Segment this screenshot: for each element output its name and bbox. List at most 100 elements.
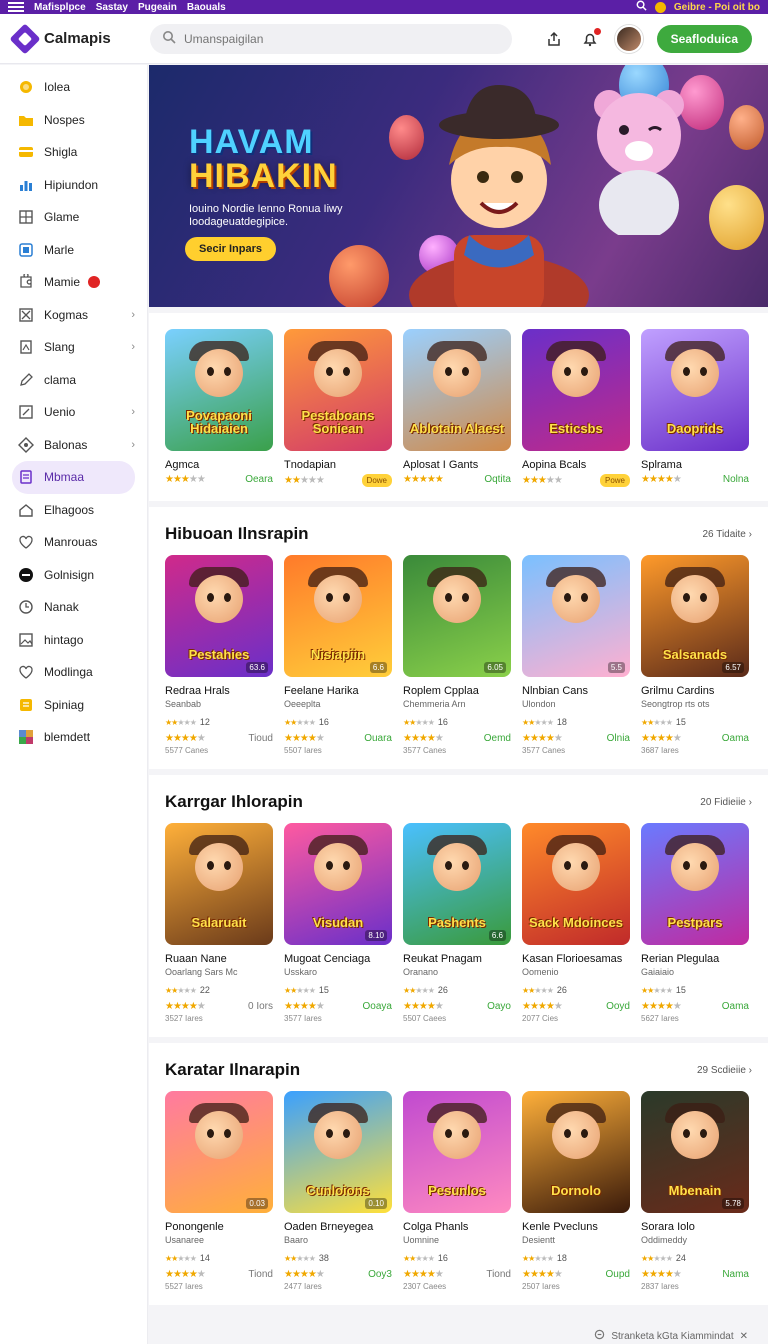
sidebar-item-marle[interactable]: Marle (0, 234, 147, 267)
game-thumbnail[interactable]: 5.5 (522, 555, 630, 677)
game-card[interactable]: 5.5 Nlnbian Cans Ulondon ★★★★★ 18 ★★★★★ O… (522, 555, 630, 755)
price-label[interactable]: Ouara (364, 733, 392, 744)
sidebar-item-uenio[interactable]: Uenio › (0, 396, 147, 429)
sidebar-item-clama[interactable]: clama (0, 364, 147, 397)
game-card[interactable]: Sack Mdoinces Kasan Florioesamas Oomenio… (522, 823, 630, 1023)
promo-text[interactable]: Geibre - Poi oit bo (674, 2, 760, 13)
sidebar-item-hipiundon[interactable]: Hipiundon (0, 169, 147, 202)
featured-game-card[interactable]: Esticsbs Aopina Bcals ★★★★★ Powe (522, 329, 630, 487)
price-label[interactable]: Oupd (606, 1269, 630, 1280)
notification-bell-icon[interactable] (579, 27, 601, 50)
game-thumbnail[interactable]: Pestahies 63.6 (165, 555, 273, 677)
game-card[interactable]: Salsanads 6.57 Grilmu Cardins Seongtrop … (641, 555, 749, 755)
share-icon[interactable] (543, 28, 565, 50)
topbar-item[interactable]: Sastay (96, 2, 128, 13)
game-thumbnail[interactable]: Dornolo (522, 1091, 630, 1213)
sidebar-item-nanak[interactable]: Nanak (0, 591, 147, 624)
see-all-link[interactable]: 26 Tidaite › (703, 529, 753, 540)
game-card[interactable]: 0.03 Ponongenle Usanaree ★★★★★ 14 ★★★★★ T… (165, 1091, 273, 1291)
see-all-link[interactable]: 20 Fidieiie › (700, 797, 752, 808)
price-label[interactable]: Oayo (487, 1001, 511, 1012)
price-label[interactable]: Nama (722, 1269, 749, 1280)
game-thumbnail[interactable]: Cunloions 0.10 (284, 1091, 392, 1213)
chevron-right-icon[interactable]: › (131, 309, 135, 321)
game-thumbnail[interactable]: Nisiapiin 6.6 (284, 555, 392, 677)
chevron-right-icon[interactable]: › (131, 341, 135, 353)
sidebar-item-glame[interactable]: Glame (0, 201, 147, 234)
price-label[interactable]: Tiond (248, 1269, 273, 1280)
game-thumbnail[interactable]: Salsanads 6.57 (641, 555, 749, 677)
game-card[interactable]: Dornolo Kenle Pvecluns Desientt ★★★★★ 18 … (522, 1091, 630, 1291)
close-icon[interactable]: ✕ (740, 1331, 748, 1342)
price-label[interactable]: Ooaya (363, 1001, 392, 1012)
price-label[interactable]: Ooy3 (368, 1269, 392, 1280)
price-label[interactable]: Nolna (723, 474, 749, 485)
game-thumbnail[interactable]: Pesunlos (403, 1091, 511, 1213)
sidebar-item-slang[interactable]: Slang › (0, 331, 147, 364)
game-card[interactable]: Salaruait Ruaan Nane Ooarlang Sars Mc ★★… (165, 823, 273, 1023)
avatar[interactable] (614, 24, 643, 53)
game-thumbnail[interactable]: 0.03 (165, 1091, 273, 1213)
price-label[interactable]: Oama (722, 733, 749, 744)
topbar-item[interactable]: Pugeain (138, 2, 177, 13)
price-label[interactable]: Oama (722, 1001, 749, 1012)
price-pill[interactable]: Powe (599, 474, 630, 487)
game-thumbnail[interactable]: Sack Mdoinces (522, 823, 630, 945)
header-cta-button[interactable]: Seafloduica (656, 24, 752, 53)
featured-game-card[interactable]: Pestaboans Soniean Tnodapian ★★★★★ Dowe (284, 329, 392, 487)
sidebar-item-mbmaa[interactable]: Mbmaa (12, 461, 135, 494)
sidebar-item-spiniag[interactable]: Spiniag (0, 689, 147, 722)
sidebar-item-shigla[interactable]: Shigla (0, 136, 147, 169)
see-all-link[interactable]: 29 Scdieiie › (697, 1065, 752, 1076)
search-icon[interactable] (636, 0, 647, 14)
game-card[interactable]: Pestpars Rerian Plegulaa Gaiaiaio ★★★★★ 1… (641, 823, 749, 1023)
game-thumbnail[interactable]: Daoprids (641, 329, 749, 451)
sidebar-item-golnisign[interactable]: Golnisign (0, 559, 147, 592)
chevron-right-icon[interactable]: › (131, 406, 135, 418)
game-card[interactable]: Pesunlos Colga Phanls Uomnine ★★★★★ 16 ★★… (403, 1091, 511, 1291)
sidebar-item-manrouas[interactable]: Manrouas (0, 526, 147, 559)
game-card[interactable]: 6.05 Roplem Cpplaa Chemmeria Arn ★★★★★ 16… (403, 555, 511, 755)
menu-icon[interactable] (8, 2, 24, 12)
sidebar-item-hintago[interactable]: hintago (0, 624, 147, 657)
topbar-item[interactable]: Mafisplpce (34, 2, 86, 13)
sidebar-item-iolea[interactable]: Iolea (0, 71, 147, 104)
game-thumbnail[interactable]: Salaruait (165, 823, 273, 945)
footer-note[interactable]: Stranketa kGta Kiammindat ✕ (594, 1329, 748, 1343)
game-card[interactable]: Pashents 6.6 Reukat Pnagam Oranano ★★★★★… (403, 823, 511, 1023)
sidebar-item-blemdett[interactable]: blemdett (0, 721, 147, 754)
game-card[interactable]: Cunloions 0.10 Oaden Brneyegea Baaro ★★★… (284, 1091, 392, 1291)
price-label[interactable]: Oeara (245, 474, 273, 485)
price-label[interactable]: Ooyd (606, 1001, 630, 1012)
price-label[interactable]: Oemd (484, 733, 511, 744)
search-input[interactable] (184, 31, 484, 46)
price-label[interactable]: Tiond (486, 1269, 511, 1280)
hero-button[interactable]: Secir Inpars (185, 237, 276, 261)
game-thumbnail[interactable]: Pestaboans Soniean (284, 329, 392, 451)
game-thumbnail[interactable]: Pashents 6.6 (403, 823, 511, 945)
chevron-right-icon[interactable]: › (131, 439, 135, 451)
game-thumbnail[interactable]: Visudan 8.10 (284, 823, 392, 945)
game-thumbnail[interactable]: Esticsbs (522, 329, 630, 451)
sidebar-item-elhagoos[interactable]: Elhagoos (0, 494, 147, 527)
price-label[interactable]: 0 Iors (248, 1001, 273, 1012)
topbar-item[interactable]: Baouals (187, 2, 226, 13)
logo[interactable]: Calmapis (0, 22, 150, 55)
game-thumbnail[interactable]: Ablotain Alaest (403, 329, 511, 451)
price-pill[interactable]: Dowe (361, 474, 392, 487)
sidebar-item-modlinga[interactable]: Modlinga (0, 656, 147, 689)
price-label[interactable]: Tioud (248, 733, 273, 744)
game-thumbnail[interactable]: Pestpars (641, 823, 749, 945)
game-thumbnail[interactable]: 6.05 (403, 555, 511, 677)
sidebar-item-mamie[interactable]: Mamie (0, 266, 147, 299)
hero-banner[interactable]: HAVAM HIBAKIN Iouino Nordie Ienno Ronua … (149, 65, 768, 307)
sidebar-item-nospes[interactable]: Nospes (0, 104, 147, 137)
game-thumbnail[interactable]: Mbenain 5.78 (641, 1091, 749, 1213)
price-label[interactable]: Olnia (607, 733, 630, 744)
price-label[interactable]: Oqtita (484, 474, 511, 485)
featured-game-card[interactable]: Povapaoni Hidaiaien Agmca ★★★★★ Oeara (165, 329, 273, 487)
game-card[interactable]: Mbenain 5.78 Sorara Iolo Oddimeddy ★★★★★… (641, 1091, 749, 1291)
game-thumbnail[interactable]: Povapaoni Hidaiaien (165, 329, 273, 451)
game-card[interactable]: Nisiapiin 6.6 Feelane Harika Oeeeplta ★★… (284, 555, 392, 755)
sidebar-item-kogmas[interactable]: Kogmas › (0, 299, 147, 332)
